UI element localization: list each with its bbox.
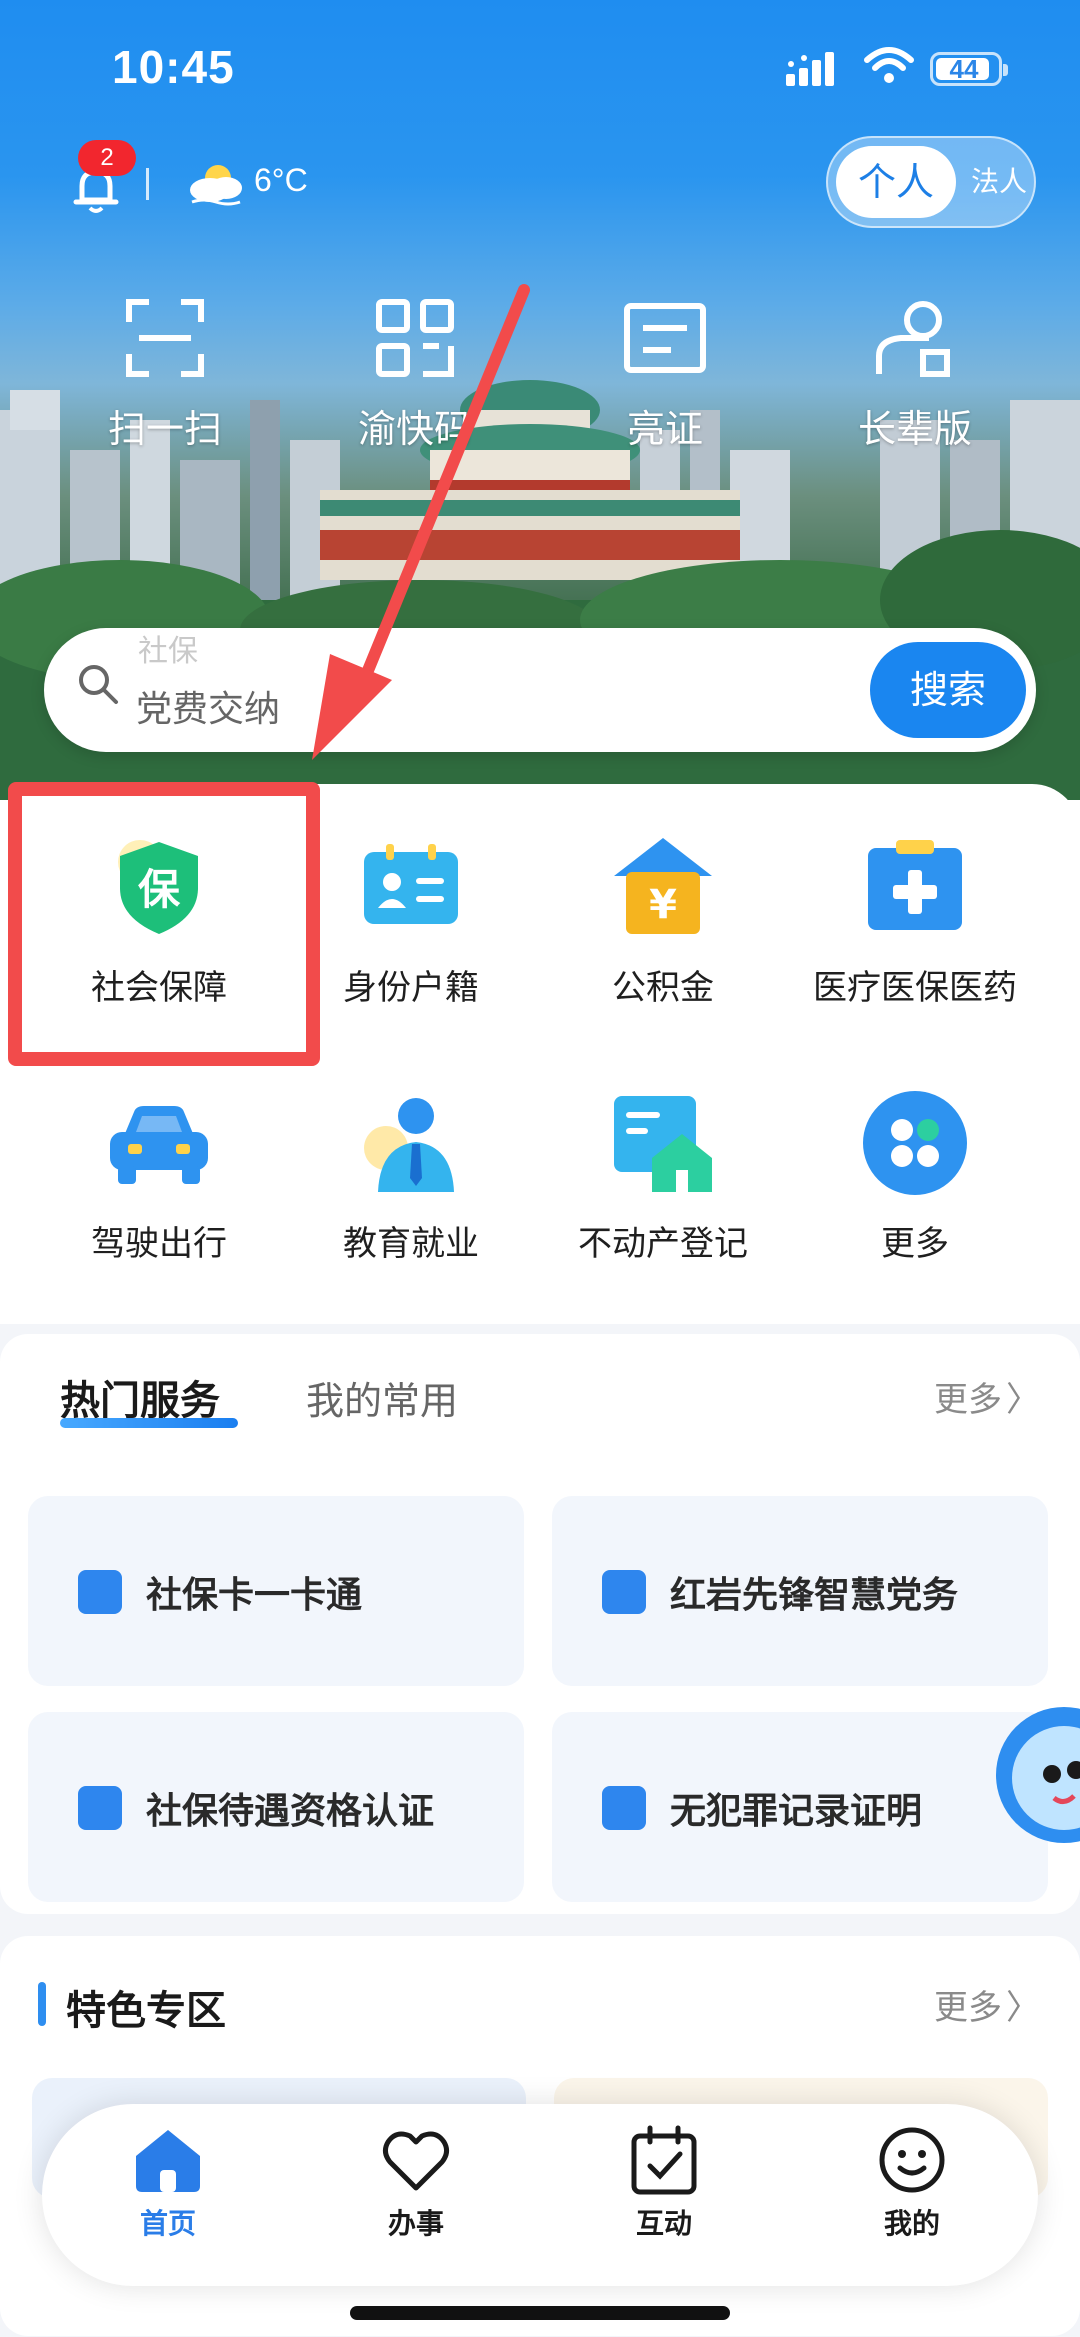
quick-elder-label: 长辈版: [857, 407, 972, 451]
service-label: 驾驶出行: [91, 1224, 227, 1264]
quick-id-card[interactable]: 亮证: [540, 296, 790, 453]
quick-scan-label: 扫一扫: [107, 407, 222, 451]
service-label: 更多: [881, 1224, 949, 1264]
service-housing-fund[interactable]: ¥ 公积金: [528, 832, 798, 1009]
service-label: 医疗医保医药: [813, 968, 1017, 1008]
chevron-right-icon: 〉: [1006, 1988, 1040, 2028]
search-input[interactable]: [136, 684, 736, 734]
wifi-icon: [864, 47, 914, 83]
car-icon: [110, 1106, 208, 1184]
hot-service-label: 社保卡一卡通: [146, 1575, 363, 1616]
hot-service-item[interactable]: 红岩先锋智慧党务: [552, 1496, 1048, 1686]
calendar-check-icon: [631, 2125, 697, 2195]
header-divider: [146, 168, 149, 200]
status-bar: 10:45 44: [0, 0, 1080, 140]
role-legal-tab[interactable]: 法人: [966, 146, 1032, 218]
service-property-registration[interactable]: 不动产登记: [528, 1088, 798, 1265]
quick-qr-label: 渝快码: [357, 407, 472, 451]
id-card-icon: [624, 303, 706, 373]
nav-profile[interactable]: 我的: [812, 2124, 1012, 2242]
house-yen-icon: ¥: [614, 838, 712, 934]
hot-services-more-link[interactable]: 更多〉: [934, 1372, 1040, 1421]
home-indicator: [350, 2306, 730, 2320]
search-bar[interactable]: 社保 搜索: [44, 628, 1036, 752]
service-education[interactable]: 教育就业: [276, 1088, 546, 1265]
bottom-navigation: 首页 办事 互动 我的: [42, 2104, 1038, 2286]
nav-label: 互动: [635, 2207, 692, 2240]
assistant-mascot-icon[interactable]: [994, 1700, 1080, 1850]
weather-cloudy-sun-icon: [190, 165, 242, 206]
battery-level: 44: [949, 54, 979, 84]
service-driving[interactable]: 驾驶出行: [24, 1088, 294, 1265]
id-badge-icon: [364, 844, 458, 924]
featured-more-link[interactable]: 更多〉: [934, 1980, 1040, 2029]
service-more[interactable]: 更多: [780, 1088, 1050, 1265]
property-icon: [614, 1096, 712, 1192]
quick-qr-code[interactable]: 渝快码: [290, 296, 540, 453]
status-time: 10:45: [112, 41, 235, 93]
tab-active-underline: [60, 1418, 238, 1428]
notification-badge: 2: [78, 140, 136, 176]
quick-elder-mode[interactable]: 长辈版: [790, 296, 1040, 453]
nav-services[interactable]: 办事: [316, 2124, 516, 2242]
quick-id-label: 亮证: [626, 407, 703, 451]
elder-icon: [876, 301, 950, 377]
temperature: 6°C: [254, 162, 308, 198]
hot-service-label: 无犯罪记录证明: [670, 1791, 923, 1832]
battery-icon: 44: [930, 52, 1008, 86]
hot-service-item[interactable]: 社保待遇资格认证: [28, 1712, 524, 1902]
role-switch[interactable]: 个人 法人: [826, 136, 1036, 228]
nav-label: 我的: [883, 2207, 940, 2240]
service-label: 教育就业: [343, 1224, 479, 1264]
nav-label: 首页: [139, 2207, 196, 2240]
medical-plus-icon: [868, 840, 962, 930]
nav-home[interactable]: 首页: [68, 2124, 268, 2242]
more-grid-icon: [863, 1091, 967, 1195]
quick-scan[interactable]: 扫一扫: [40, 296, 290, 453]
hot-service-label: 社保待遇资格认证: [146, 1791, 435, 1832]
search-button[interactable]: 搜索: [870, 642, 1026, 738]
nav-interaction[interactable]: 互动: [564, 2124, 764, 2242]
role-personal-tab[interactable]: 个人: [836, 146, 956, 218]
criminal-record-icon: [602, 1786, 646, 1830]
more-label: 更多: [934, 1988, 1002, 2028]
qr-code-icon: [376, 299, 454, 377]
tab-my-frequent[interactable]: 我的常用: [306, 1370, 458, 1425]
hot-service-item[interactable]: 无犯罪记录证明: [552, 1712, 1048, 1902]
search-icon: [79, 665, 118, 704]
social-card-icon: [78, 1570, 122, 1614]
service-label: 不动产登记: [578, 1224, 748, 1264]
scan-icon: [126, 299, 204, 377]
app-screen: 10:45 44 2 6°C 个人 法人 扫一扫 渝快码 亮证 长辈版 社保 党…: [0, 0, 1080, 2337]
service-medical[interactable]: 医疗医保医药: [780, 832, 1050, 1009]
smiley-face-icon: [879, 2127, 945, 2193]
highlight-box-annotation: [8, 782, 320, 1066]
qualification-cert-icon: [78, 1786, 122, 1830]
chevron-right-icon: 〉: [1006, 1380, 1040, 1420]
party-building-icon: [602, 1570, 646, 1614]
svg-text:¥: ¥: [649, 882, 677, 928]
home-icon: [136, 2130, 200, 2192]
service-label: 公积金: [612, 968, 714, 1008]
more-label: 更多: [934, 1380, 1002, 1420]
featured-title-accent: [38, 1982, 46, 2026]
nav-label: 办事: [387, 2207, 444, 2240]
person-tie-icon: [364, 1098, 454, 1192]
heart-icon: [382, 2131, 450, 2191]
featured-title: 特色专区: [66, 1988, 226, 2034]
hot-service-item[interactable]: 社保卡一卡通: [28, 1496, 524, 1686]
hot-service-label: 红岩先锋智慧党务: [670, 1575, 959, 1616]
search-rotating-hint: 社保: [138, 634, 198, 669]
cellular-signal-icon: [786, 52, 834, 86]
